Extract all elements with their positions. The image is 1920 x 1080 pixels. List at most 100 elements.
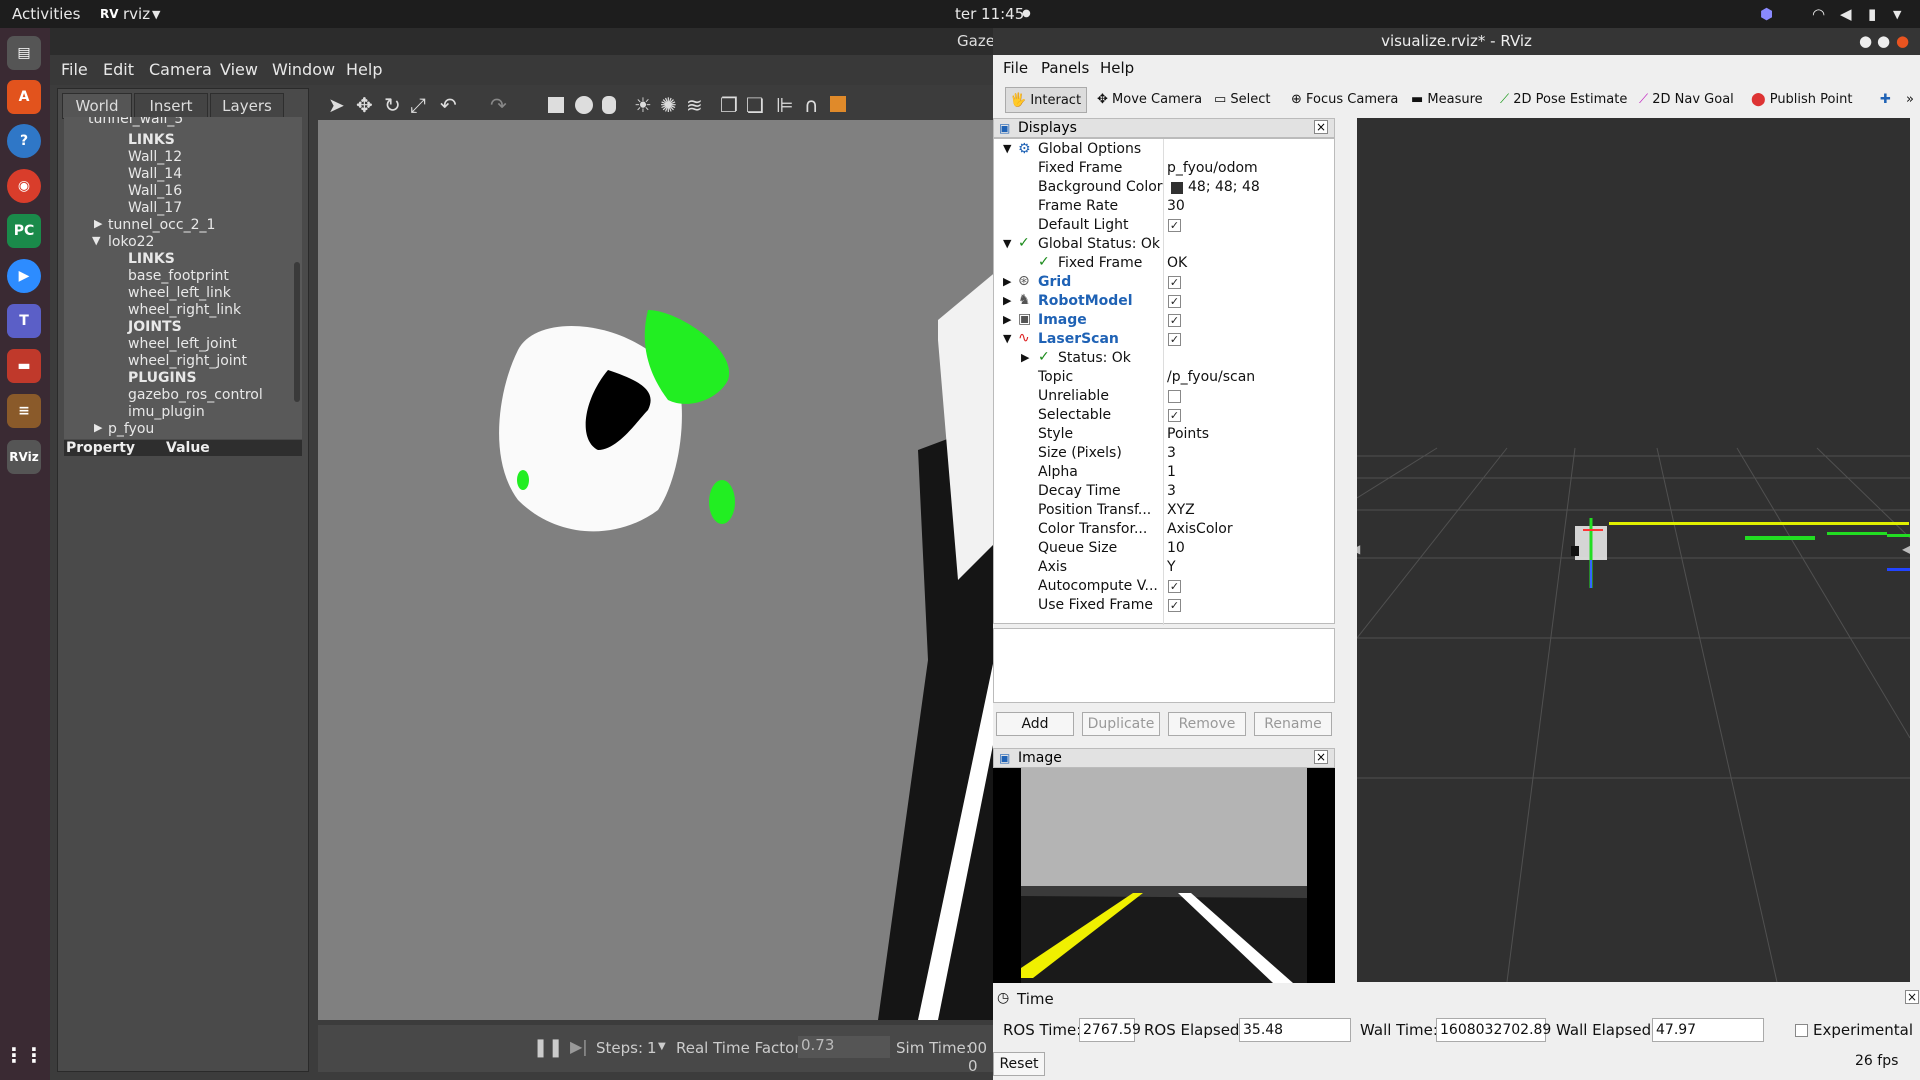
fixed-frame-value[interactable]: p_fyou/odom (1167, 160, 1258, 176)
file-manager-icon[interactable]: ▤ (7, 36, 41, 70)
decay-time-value[interactable]: 3 (1167, 483, 1176, 499)
close-panel-icon[interactable]: × (1314, 120, 1328, 134)
row-selectable[interactable]: Selectable (1038, 407, 1111, 423)
experimental-label[interactable]: Experimental (1813, 1021, 1913, 1039)
steps-value[interactable]: 1 (647, 1039, 657, 1057)
collapse-icon[interactable]: ▼ (1003, 237, 1011, 250)
tree-item[interactable]: PLUGINS (128, 370, 197, 386)
row-status-ok[interactable]: Status: Ok (1058, 350, 1131, 366)
rv-menu-panels[interactable]: Panels (1041, 59, 1089, 77)
robot-model-checkbox[interactable]: ✓ (1168, 295, 1181, 308)
clock[interactable]: ter 11:45 (955, 5, 1024, 23)
close-icon[interactable]: ● (1896, 28, 1909, 55)
gz-menu-edit[interactable]: Edit (103, 60, 134, 79)
row-topic[interactable]: Topic (1038, 369, 1073, 385)
row-frame-rate[interactable]: Frame Rate (1038, 198, 1118, 214)
expand-icon[interactable]: ▶ (1003, 275, 1011, 288)
interact-tool[interactable]: 🖐 Interact (1005, 87, 1087, 113)
tree-item[interactable]: tunnel_wall_5 (88, 117, 183, 127)
background-color-value[interactable]: 48; 48; 48 (1188, 179, 1260, 195)
help-icon[interactable]: ? (7, 124, 41, 158)
rv-menu-file[interactable]: File (1003, 59, 1028, 77)
row-default-light[interactable]: Default Light (1038, 217, 1129, 233)
more-tools-icon[interactable]: » (1906, 87, 1914, 113)
close-panel-icon[interactable]: × (1905, 990, 1919, 1004)
show-apps-icon[interactable]: ⋮⋮ (4, 1038, 44, 1072)
tab-insert[interactable]: Insert (134, 93, 208, 119)
rviz-dock-icon[interactable]: RViz (7, 440, 41, 474)
row-alpha[interactable]: Alpha (1038, 464, 1078, 480)
axis-value[interactable]: Y (1167, 559, 1176, 575)
row-global-options[interactable]: Global Options (1038, 141, 1141, 157)
minimize-icon[interactable]: ● (1859, 28, 1872, 55)
row-style[interactable]: Style (1038, 426, 1073, 442)
collapse-icon[interactable]: ▼ (1003, 142, 1011, 155)
unreliable-checkbox[interactable] (1168, 390, 1181, 403)
tree-item[interactable]: p_fyou (108, 421, 154, 437)
battery-icon[interactable]: ▮ (1868, 5, 1876, 23)
select-tool[interactable]: ▭ Select (1214, 87, 1271, 113)
tree-item[interactable]: imu_plugin (128, 404, 205, 420)
books-icon[interactable]: ≡ (7, 394, 41, 428)
tree-item[interactable]: Wall_12 (128, 149, 182, 165)
row-axis[interactable]: Axis (1038, 559, 1067, 575)
move-camera-tool[interactable]: ✥ Move Camera (1097, 87, 1202, 113)
tab-layers[interactable]: Layers (210, 93, 284, 119)
pause-icon[interactable]: ❚❚ (533, 1037, 563, 1058)
size-value[interactable]: 3 (1167, 445, 1176, 461)
row-use-fixed-frame[interactable]: Use Fixed Frame (1038, 597, 1153, 613)
row-global-status[interactable]: Global Status: Ok (1038, 236, 1160, 252)
steps-chevron-icon[interactable]: ▼ (658, 1041, 666, 1052)
rviz-3d-view[interactable]: ◀ ◀ (1351, 118, 1912, 983)
tree-expand-icon[interactable]: ▶ (94, 421, 102, 434)
collapse-icon[interactable]: ▼ (1003, 332, 1011, 345)
system-menu-chevron-icon[interactable]: ▼ (1893, 8, 1901, 21)
alpha-value[interactable]: 1 (1167, 464, 1176, 480)
gz-menu-file[interactable]: File (61, 60, 88, 79)
tree-item[interactable]: JOINTS (128, 319, 182, 335)
rv-menu-help[interactable]: Help (1100, 59, 1134, 77)
gz-menu-help[interactable]: Help (346, 60, 382, 79)
row-queue-size[interactable]: Queue Size (1038, 540, 1117, 556)
focus-camera-tool[interactable]: ⊕ Focus Camera (1291, 87, 1398, 113)
row-color-transformer[interactable]: Color Transfor... (1038, 521, 1147, 537)
tree-item[interactable]: wheel_right_link (128, 302, 241, 318)
default-light-checkbox[interactable]: ✓ (1168, 219, 1181, 232)
experimental-checkbox[interactable] (1795, 1024, 1808, 1037)
nav-goal-tool[interactable]: ⟋ 2D Nav Goal (1639, 87, 1734, 113)
teams-tray-icon[interactable]: ⬢ (1760, 5, 1773, 23)
reset-button[interactable]: Reset (993, 1052, 1045, 1076)
grid-checkbox[interactable]: ✓ (1168, 276, 1181, 289)
laserscan-checkbox[interactable]: ✓ (1168, 333, 1181, 346)
tree-scrollbar[interactable] (294, 262, 300, 402)
tree-expand-icon[interactable]: ▶ (94, 217, 102, 230)
wifi-icon[interactable]: ◠ (1812, 5, 1825, 23)
tree-item[interactable]: Wall_16 (128, 183, 182, 199)
color-swatch[interactable] (1171, 182, 1183, 194)
tree-item[interactable]: tunnel_occ_2_1 (108, 217, 215, 233)
duplicate-button[interactable]: Duplicate (1082, 712, 1160, 736)
position-transformer-value[interactable]: XYZ (1167, 502, 1195, 518)
tree-item[interactable]: wheel_left_link (128, 285, 231, 301)
row-position-transformer[interactable]: Position Transf... (1038, 502, 1151, 518)
remove-button[interactable]: Remove (1168, 712, 1246, 736)
rename-button[interactable]: Rename (1254, 712, 1332, 736)
pycharm-icon[interactable]: PC (7, 214, 41, 248)
app-menu[interactable]: rviz (123, 5, 150, 23)
row-size[interactable]: Size (Pixels) (1038, 445, 1122, 461)
tree-item[interactable]: LINKS (128, 251, 175, 267)
ros-time-field[interactable]: 2767.59 (1079, 1018, 1141, 1042)
row-background-color[interactable]: Background Color (1038, 179, 1163, 195)
activities-button[interactable]: Activities (12, 5, 80, 23)
topic-value[interactable]: /p_fyou/scan (1167, 369, 1255, 385)
tree-collapse-icon[interactable]: ▼ (92, 234, 100, 247)
expand-icon[interactable]: ▶ (1003, 294, 1011, 307)
gazebo-3d-view[interactable] (318, 120, 998, 1020)
tree-item[interactable]: base_footprint (128, 268, 229, 284)
terminal-icon[interactable]: ▬ (7, 349, 41, 383)
tree-item[interactable]: LINKS (128, 132, 175, 148)
measure-tool[interactable]: ▬ Measure (1411, 87, 1483, 113)
frame-rate-value[interactable]: 30 (1167, 198, 1185, 214)
tree-item[interactable]: loko22 (108, 234, 154, 250)
row-robot-model[interactable]: RobotModel (1038, 293, 1133, 309)
